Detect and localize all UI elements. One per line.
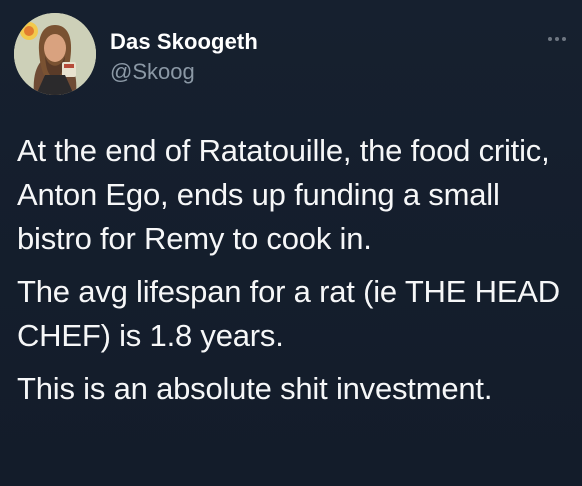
more-dot [548, 37, 552, 41]
tweet-card: Das Skoogeth @Skoog At the end of Ratato… [0, 0, 582, 486]
tweet-text: At the end of Ratatouille, the food crit… [17, 129, 569, 420]
more-horizontal-icon[interactable] [548, 37, 566, 41]
author-handle[interactable]: @Skoog [110, 59, 195, 85]
tweet-paragraph: At the end of Ratatouille, the food crit… [17, 133, 550, 256]
avatar[interactable] [14, 13, 96, 95]
more-dot [562, 37, 566, 41]
tweet-paragraph: The avg lifespan for a rat (ie THE HEAD … [17, 274, 560, 353]
more-dot [555, 37, 559, 41]
tweet-paragraph: This is an absolute shit investment. [17, 371, 493, 406]
author-name[interactable]: Das Skoogeth [110, 29, 258, 55]
avatar-image [14, 13, 96, 95]
